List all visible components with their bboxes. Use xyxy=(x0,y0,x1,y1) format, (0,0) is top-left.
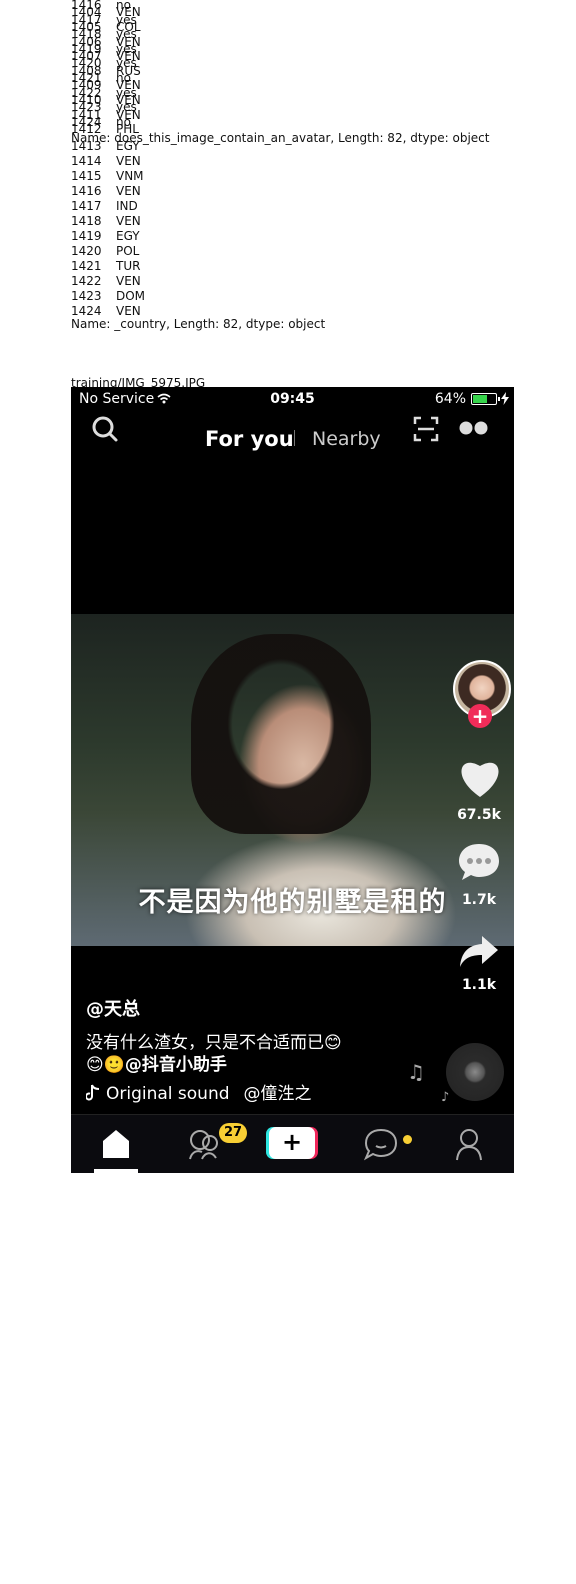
bottom-nav: 27 + xyxy=(71,1114,514,1173)
tab-for-you[interactable]: For you xyxy=(205,427,294,451)
like-count: 67.5k xyxy=(457,807,501,823)
sound-row[interactable]: Original sound @僮泩之 xyxy=(85,1079,312,1104)
friends-icon[interactable] xyxy=(184,1127,224,1161)
series-row: 1418 VEN xyxy=(71,214,145,229)
series-row: 1423 DOM xyxy=(71,289,145,304)
tab-nearby[interactable]: Nearby xyxy=(312,428,381,450)
create-icon: + xyxy=(281,1128,303,1156)
country-series-summary: Name: _country, Length: 82, dtype: objec… xyxy=(71,317,326,331)
series-value: VNM xyxy=(116,169,144,183)
series-index: 1418 xyxy=(71,214,102,228)
series-value: TUR xyxy=(116,259,141,273)
series-index: 1422 xyxy=(71,274,102,288)
series-row: 1420 POL xyxy=(71,244,145,259)
country-series-rows: 1413 EGY 1414 VEN 1415 VNM 1416 VEN 1417 IND 1418 V… xyxy=(71,139,145,319)
series-index: 1421 xyxy=(71,259,102,273)
sound-label: Original sound xyxy=(106,1084,230,1104)
series-row: 1417 IND xyxy=(71,199,145,214)
music-note-icon xyxy=(85,1084,100,1101)
series-value: VEN xyxy=(116,304,141,318)
floating-note-icon: ♫ xyxy=(407,1060,425,1084)
author-handle[interactable]: @天总 xyxy=(86,995,140,1021)
video-subject xyxy=(191,634,371,834)
series-index: 1415 xyxy=(71,169,102,183)
top-nav: For you Nearby xyxy=(71,413,514,463)
home-icon[interactable] xyxy=(96,1127,136,1161)
video-description-mention[interactable]: 😊🙂@抖音小助手 xyxy=(86,1050,227,1075)
battery-icon xyxy=(471,393,500,405)
series-value: VEN xyxy=(116,214,141,228)
series-row: 1419 EGY xyxy=(71,229,145,244)
series-value: POL xyxy=(116,244,140,258)
inbox-dot xyxy=(403,1135,412,1144)
scan-icon[interactable] xyxy=(413,416,439,442)
tiktok-screenshot: No Service 09:45 64% For you Nearby 不是因为… xyxy=(71,387,514,1173)
charging-icon xyxy=(501,392,509,405)
sound-creator: @僮泩之 xyxy=(243,1084,312,1104)
series-index: 1416 xyxy=(71,184,102,198)
home-active-indicator xyxy=(94,1169,138,1173)
profile-icon[interactable] xyxy=(449,1127,489,1161)
series-index: 1423 xyxy=(71,289,102,303)
status-bar: No Service 09:45 64% xyxy=(71,387,514,413)
create-button[interactable]: + xyxy=(269,1127,315,1159)
inbox-badge: 27 xyxy=(219,1123,247,1143)
series-index: 1417 xyxy=(71,199,102,213)
tab-divider xyxy=(294,430,295,446)
series-row: 1416 VEN xyxy=(71,184,145,199)
sound-disc[interactable] xyxy=(446,1043,504,1101)
series-value: VEN xyxy=(116,154,141,168)
follow-plus-icon[interactable]: + xyxy=(468,704,492,728)
series-value: EGY xyxy=(116,139,140,153)
series-row: 1413 EGY xyxy=(71,139,145,154)
series-row: 1415 VNM xyxy=(71,169,145,184)
share-icon[interactable] xyxy=(458,934,500,970)
series-index: 1414 xyxy=(71,154,102,168)
series-row: 1421 TUR xyxy=(71,259,145,274)
series-value: IND xyxy=(116,199,138,213)
series-row: 1422 VEN xyxy=(71,274,145,289)
series-row: 1414 VEN xyxy=(71,154,145,169)
heart-icon[interactable] xyxy=(457,757,503,799)
series-index: 1413 xyxy=(71,139,102,153)
series-index: 1420 xyxy=(71,244,102,258)
more-icon[interactable] xyxy=(459,421,489,435)
comment-count: 1.7k xyxy=(461,892,497,908)
series-value: VEN xyxy=(116,184,141,198)
inbox-icon[interactable] xyxy=(361,1127,401,1161)
share-count: 1.1k xyxy=(461,977,497,993)
series-value: DOM xyxy=(116,289,146,303)
series-value: VEN xyxy=(116,274,141,288)
series-value: EGY xyxy=(116,229,140,243)
comment-icon[interactable] xyxy=(457,842,501,884)
battery-percent: 64% xyxy=(434,391,466,407)
floating-note-icon: ♪ xyxy=(441,1090,450,1105)
search-icon[interactable] xyxy=(91,415,119,443)
series-index: 1419 xyxy=(71,229,102,243)
